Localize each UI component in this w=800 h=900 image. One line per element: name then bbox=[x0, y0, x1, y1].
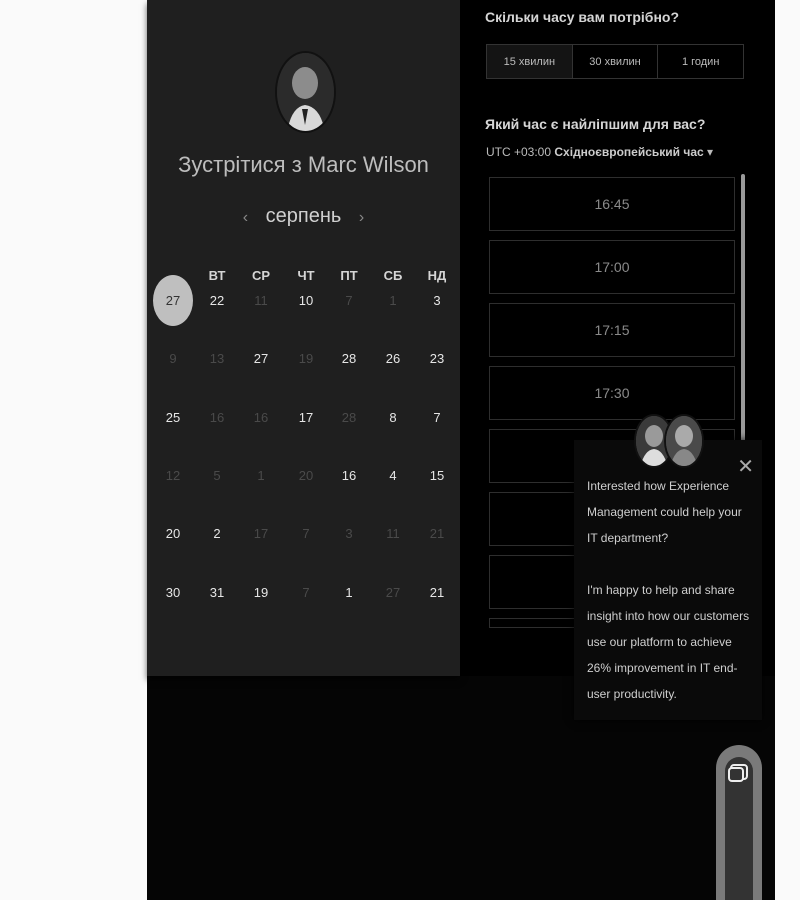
timezone-offset: UTC +03:00 bbox=[486, 145, 552, 159]
calendar-day[interactable]: 31 bbox=[197, 585, 237, 600]
weekday-label: СБ bbox=[383, 268, 403, 283]
calendar-day[interactable]: 28 bbox=[329, 351, 369, 366]
month-nav: ‹ серпень › bbox=[147, 205, 460, 228]
duration-option-60[interactable]: 1 годин bbox=[658, 45, 743, 78]
calendar-day[interactable]: 25 bbox=[153, 410, 193, 425]
calendar-day: 7 bbox=[302, 585, 310, 600]
month-label: серпень bbox=[265, 205, 342, 227]
popup-paragraph: Interested how Experience Management cou… bbox=[587, 479, 742, 545]
selected-day-label: 27 bbox=[165, 293, 181, 308]
calendar-day: 17 bbox=[253, 526, 269, 541]
calendar-day: 7 bbox=[345, 293, 353, 308]
calendar-day: 21 bbox=[429, 526, 445, 541]
host-avatar bbox=[275, 51, 336, 133]
calendar-day: 11 bbox=[254, 293, 268, 308]
calendar-day[interactable]: 10 bbox=[286, 293, 326, 308]
popup-paragraph: I'm happy to help and share insight into… bbox=[587, 583, 750, 701]
chat-launcher-button[interactable] bbox=[716, 745, 762, 900]
calendar-day: 19 bbox=[298, 351, 314, 366]
weekday-label: ВТ bbox=[208, 268, 226, 283]
calendar-day: 27 bbox=[385, 585, 401, 600]
calendar-day: 13 bbox=[209, 351, 225, 366]
calendar-day[interactable]: 1 bbox=[329, 585, 369, 600]
time-slot[interactable]: 16:45 bbox=[489, 177, 735, 231]
calendar-day[interactable]: 4 bbox=[373, 468, 413, 483]
calendar-day[interactable]: 26 bbox=[373, 351, 413, 366]
chevron-down-icon: ▾ bbox=[707, 145, 714, 159]
time-slot[interactable]: 17:30 bbox=[489, 366, 735, 420]
calendar-panel: Зустрітися з Marc Wilson ‹ серпень › ПНВ… bbox=[147, 0, 460, 676]
weekday-label: НД bbox=[427, 268, 447, 283]
time-title: Який час є найліпшим для вас? bbox=[485, 116, 706, 132]
meeting-title: Зустрітися з Marc Wilson bbox=[178, 152, 429, 177]
calendar-day[interactable]: 17 bbox=[286, 410, 326, 425]
duration-selector: 15 хвилин 30 хвилин 1 годин bbox=[486, 44, 744, 79]
duration-option-15[interactable]: 15 хвилин bbox=[487, 45, 573, 78]
calendar-day: 9 bbox=[169, 351, 177, 366]
calendar-day[interactable]: 20 bbox=[153, 526, 193, 541]
calendar-day: 1 bbox=[389, 293, 397, 308]
timezone-selector[interactable]: UTC +03:00 Східноєвропейський час ▾ bbox=[486, 145, 713, 159]
calendar-day: 16 bbox=[253, 410, 269, 425]
agent-avatar bbox=[664, 414, 704, 468]
calendar-day[interactable]: 22 bbox=[197, 293, 237, 308]
popup-message: Interested how Experience Management cou… bbox=[587, 473, 752, 707]
calendar-day[interactable]: 8 bbox=[373, 410, 413, 425]
time-slot[interactable]: 17:00 bbox=[489, 240, 735, 294]
time-slot[interactable]: 17:15 bbox=[489, 303, 735, 357]
calendar-day: 11 bbox=[386, 526, 400, 541]
calendar-day[interactable]: 23 bbox=[417, 351, 457, 366]
chat-popup: ✕ Interested how Experience Management c… bbox=[574, 440, 762, 720]
calendar-day[interactable]: 27 bbox=[241, 351, 281, 366]
calendar-day[interactable]: 2 bbox=[197, 526, 237, 541]
weekday-label: ПТ bbox=[340, 268, 358, 283]
weekday-label: СР bbox=[251, 268, 271, 283]
prev-month-button[interactable]: ‹ bbox=[243, 209, 248, 226]
calendar-day[interactable]: 30 bbox=[153, 585, 193, 600]
calendar-day[interactable]: 21 bbox=[417, 585, 457, 600]
calendar-day: 12 bbox=[165, 468, 181, 483]
calendar-day[interactable]: 15 bbox=[417, 468, 457, 483]
time-slot-scrollbar[interactable] bbox=[741, 174, 745, 444]
calendar-day[interactable]: 16 bbox=[329, 468, 369, 483]
calendar-day: 28 bbox=[341, 410, 357, 425]
next-month-button[interactable]: › bbox=[359, 209, 364, 226]
calendar-day[interactable]: 3 bbox=[417, 293, 457, 308]
calendar-day[interactable]: 7 bbox=[417, 410, 457, 425]
weekday-label: ЧТ bbox=[297, 268, 315, 283]
calendar-day[interactable]: 19 bbox=[241, 585, 281, 600]
duration-title: Скільки часу вам потрібно? bbox=[485, 9, 680, 25]
selected-day[interactable]: 27 bbox=[153, 275, 193, 326]
duration-option-30[interactable]: 30 хвилин bbox=[573, 45, 659, 78]
calendar-day: 5 bbox=[213, 468, 221, 483]
calendar-day: 16 bbox=[209, 410, 225, 425]
chat-icon bbox=[728, 764, 748, 782]
timezone-name: Східноєвропейський час bbox=[554, 145, 704, 159]
calendar-day: 7 bbox=[302, 526, 310, 541]
calendar-day: 1 bbox=[257, 468, 265, 483]
calendar-day: 20 bbox=[298, 468, 314, 483]
calendar-day: 3 bbox=[345, 526, 353, 541]
